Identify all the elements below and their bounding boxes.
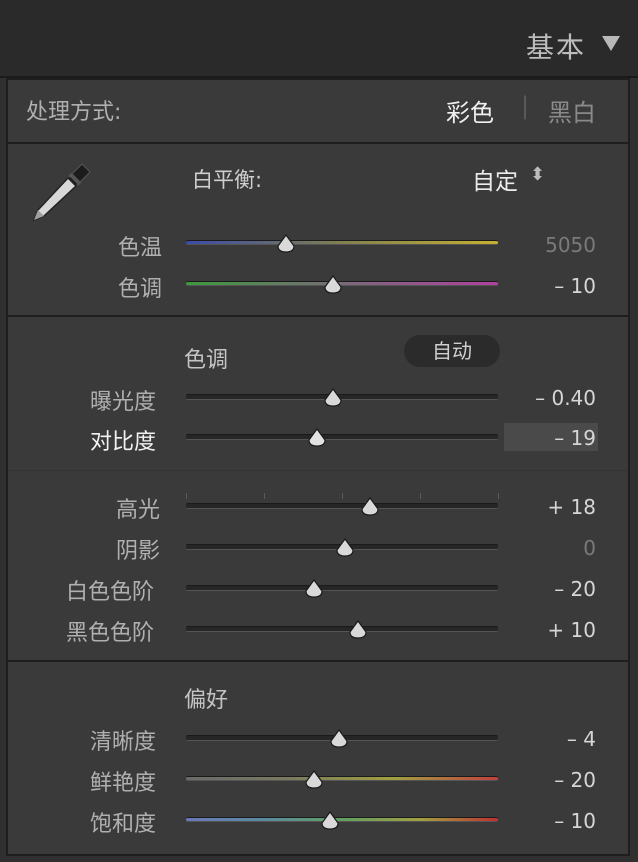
basic-panel-frame: 基本 处理方式: 彩色 | 黑白 白平衡: 自定 ⬍ 色温 5050 色调 – … <box>0 0 638 862</box>
slider-value-highlights[interactable]: + 18 <box>547 495 596 519</box>
tint-slider-thumb[interactable] <box>323 275 343 295</box>
slider-label-shadows: 阴影 <box>116 539 161 564</box>
section-divider <box>6 142 630 144</box>
slider-value-tint[interactable]: – 10 <box>554 274 596 298</box>
collapse-triangle-icon[interactable] <box>602 36 620 51</box>
slider-label-clarity: 清晰度 <box>90 730 157 755</box>
panel-title: 基本 <box>525 31 586 64</box>
slider-value-whites[interactable]: – 20 <box>554 577 596 601</box>
treatment-bw-option[interactable]: 黑白 <box>548 93 596 128</box>
slider-value-vibrance[interactable]: – 20 <box>554 768 596 792</box>
slider-label-tint: 色调 <box>118 277 163 302</box>
slider-value-saturation[interactable]: – 10 <box>554 809 596 833</box>
vibrance-slider-thumb[interactable] <box>304 770 324 790</box>
white-balance-select[interactable]: 自定 <box>472 162 518 196</box>
whites-slider-track[interactable] <box>186 585 498 591</box>
clarity-slider-thumb[interactable] <box>329 729 349 749</box>
shadows-slider-thumb[interactable] <box>335 538 355 558</box>
slider-value-shadows[interactable]: 0 <box>583 536 596 560</box>
treatment-color-option[interactable]: 彩色 <box>446 93 494 128</box>
slider-label-contrast: 对比度 <box>90 430 157 455</box>
slider-label-vibrance: 鲜艳度 <box>90 771 157 796</box>
slider-label-exposure: 曝光度 <box>90 390 157 415</box>
slider-value-clarity[interactable]: – 4 <box>567 727 596 751</box>
tone-section-label: 色调 <box>184 348 229 373</box>
slider-label-temp: 色温 <box>118 236 163 261</box>
presence-section-label: 偏好 <box>184 688 229 713</box>
auto-tone-button[interactable]: 自动 <box>404 335 500 367</box>
section-divider <box>8 470 628 471</box>
section-divider <box>6 315 630 317</box>
exposure-slider-thumb[interactable] <box>323 388 343 408</box>
treatment-separator: | <box>521 92 530 120</box>
whites-slider-thumb[interactable] <box>304 579 324 599</box>
white-balance-label: 白平衡: <box>192 168 263 192</box>
vibrance-slider-track[interactable] <box>186 776 498 781</box>
panel-header[interactable]: 基本 <box>0 0 638 78</box>
select-arrows-icon[interactable]: ⬍ <box>530 164 545 185</box>
slider-value-blacks[interactable]: + 10 <box>547 618 596 642</box>
slider-label-highlights: 高光 <box>116 498 161 523</box>
slider-value-exposure[interactable]: – 0.40 <box>535 386 596 410</box>
temp-slider-thumb[interactable] <box>276 234 296 254</box>
temp-slider-track[interactable] <box>186 240 498 245</box>
slider-value-temp[interactable]: 5050 <box>545 233 596 257</box>
slider-label-saturation: 饱和度 <box>90 812 157 837</box>
blacks-slider-thumb[interactable] <box>348 620 368 640</box>
section-divider <box>6 660 630 662</box>
highlights-slider-thumb[interactable] <box>360 497 380 517</box>
saturation-slider-track[interactable] <box>186 817 498 822</box>
contrast-slider-track[interactable] <box>186 434 498 440</box>
highlights-slider-track[interactable] <box>186 503 498 509</box>
slider-label-whites: 白色色阶 <box>66 580 155 605</box>
slider-value-contrast[interactable]: – 19 <box>554 426 596 450</box>
slider-label-blacks: 黑色色阶 <box>66 621 155 646</box>
treatment-label: 处理方式: <box>26 100 122 125</box>
blacks-slider-track[interactable] <box>186 626 498 632</box>
contrast-slider-thumb[interactable] <box>307 428 327 448</box>
saturation-slider-thumb[interactable] <box>320 811 340 831</box>
eyedropper-icon[interactable] <box>24 154 96 226</box>
highlights-slider-ticks <box>186 493 499 499</box>
